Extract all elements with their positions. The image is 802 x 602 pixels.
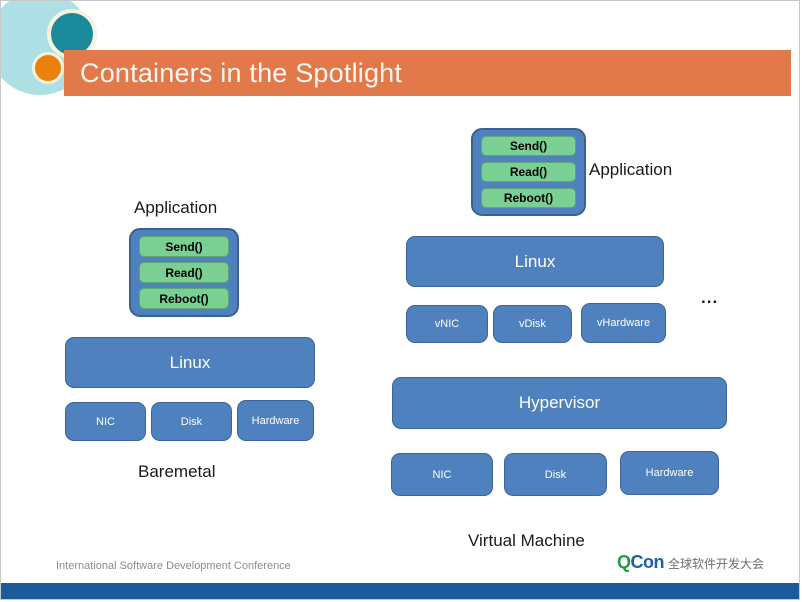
vm-os-box: Linux	[406, 236, 664, 287]
qcon-logo-q: Q	[617, 552, 631, 572]
baremetal-hardware-nic: NIC	[65, 402, 146, 441]
baremetal-call-send: Send()	[139, 236, 229, 257]
baremetal-call-reboot: Reboot()	[139, 288, 229, 309]
baremetal-caption: Baremetal	[138, 462, 216, 481]
vm-call-read: Read()	[481, 162, 576, 182]
qcon-logo-chinese: 全球软件开发大会	[668, 557, 765, 571]
orange-circle-icon	[32, 52, 64, 84]
vm-ellipsis: ...	[701, 288, 719, 307]
footer-bar	[1, 583, 799, 599]
vm-call-reboot: Reboot()	[481, 188, 576, 208]
vm-hardware-hardware: Hardware	[620, 451, 719, 495]
baremetal-call-read: Read()	[139, 262, 229, 283]
slide-title: Containers in the Spotlight	[80, 58, 403, 88]
vm-hardware-disk: Disk	[504, 453, 607, 496]
vm-application-label: Application	[589, 160, 673, 179]
vm-call-send: Send()	[481, 136, 576, 156]
vm-virtual-vnic: vNIC	[406, 305, 488, 343]
baremetal-application-label: Application	[134, 198, 218, 217]
baremetal-os-box: Linux	[65, 337, 315, 388]
vm-hardware-nic: NIC	[391, 453, 493, 496]
baremetal-hardware-disk: Disk	[151, 402, 232, 441]
qcon-logo-con: Con	[630, 552, 665, 572]
vm-virtual-vdisk: vDisk	[493, 305, 572, 343]
footer-conference-name: International Software Development Confe…	[56, 560, 291, 572]
vm-application-container: Send() Read() Reboot()	[471, 128, 586, 216]
baremetal-application-container: Send() Read() Reboot()	[129, 228, 239, 317]
vm-caption: Virtual Machine	[468, 531, 585, 550]
qcon-logo: Q Con 全球软件开发大会	[617, 552, 764, 573]
vm-hypervisor-box: Hypervisor	[392, 377, 727, 429]
presentation-slide: Containers in the Spotlight Application …	[0, 0, 800, 600]
baremetal-hardware-hardware: Hardware	[237, 400, 314, 441]
vm-virtual-vhardware: vHardware	[581, 303, 666, 343]
